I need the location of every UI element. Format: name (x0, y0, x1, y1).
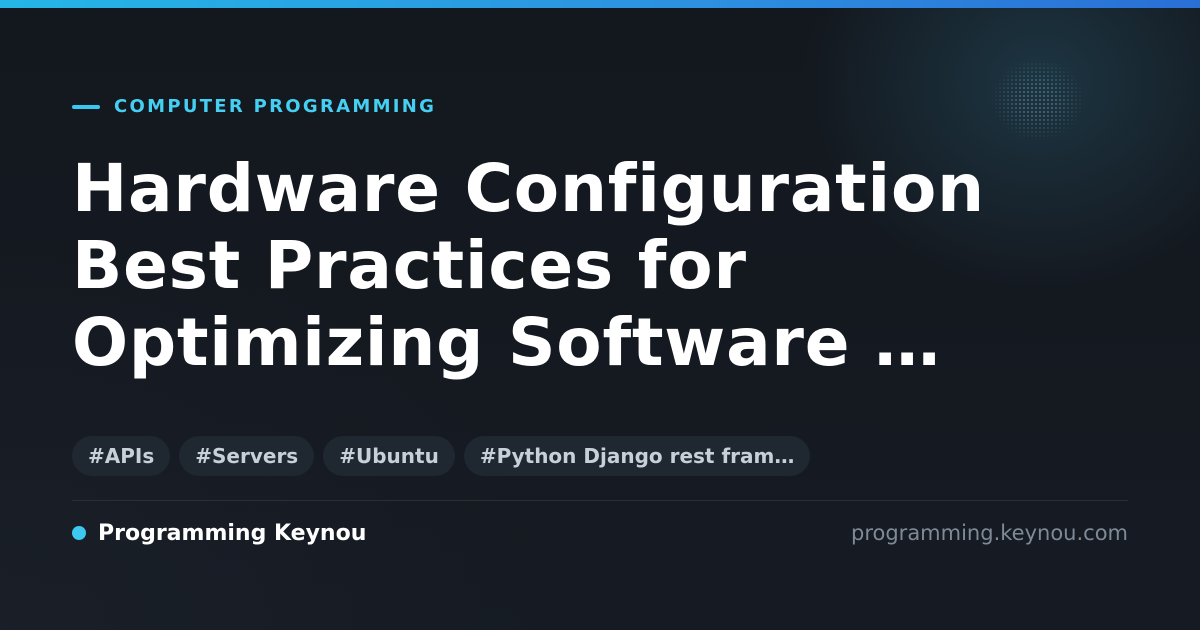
brand-dot-icon (72, 526, 86, 540)
divider (72, 500, 1128, 501)
brand: Programming Keynou (72, 518, 366, 548)
category-row: COMPUTER PROGRAMMING (72, 96, 436, 118)
page-title: Hardware Configuration Best Practices fo… (72, 150, 1132, 381)
category-label: COMPUTER PROGRAMMING (114, 96, 437, 117)
site-url: programming.keynou.com (851, 521, 1128, 545)
top-accent-bar (0, 0, 1200, 8)
tag-servers[interactable]: #Servers (179, 436, 315, 476)
tag-python-django[interactable]: #Python Django rest fram… (463, 436, 811, 476)
tag-apis[interactable]: #APIs (72, 436, 171, 476)
tag-ubuntu[interactable]: #Ubuntu (323, 436, 455, 476)
title-line: Optimizing Software … (72, 304, 941, 381)
title-line: Best Practices for (72, 227, 747, 304)
title-line: Hardware Configuration (72, 150, 985, 227)
category-accent-line (72, 105, 100, 109)
brand-name: Programming Keynou (98, 520, 367, 546)
tag-list: #APIs #Servers #Ubuntu #Python Django re… (72, 436, 811, 476)
dot-pattern-decoration (990, 58, 1086, 142)
